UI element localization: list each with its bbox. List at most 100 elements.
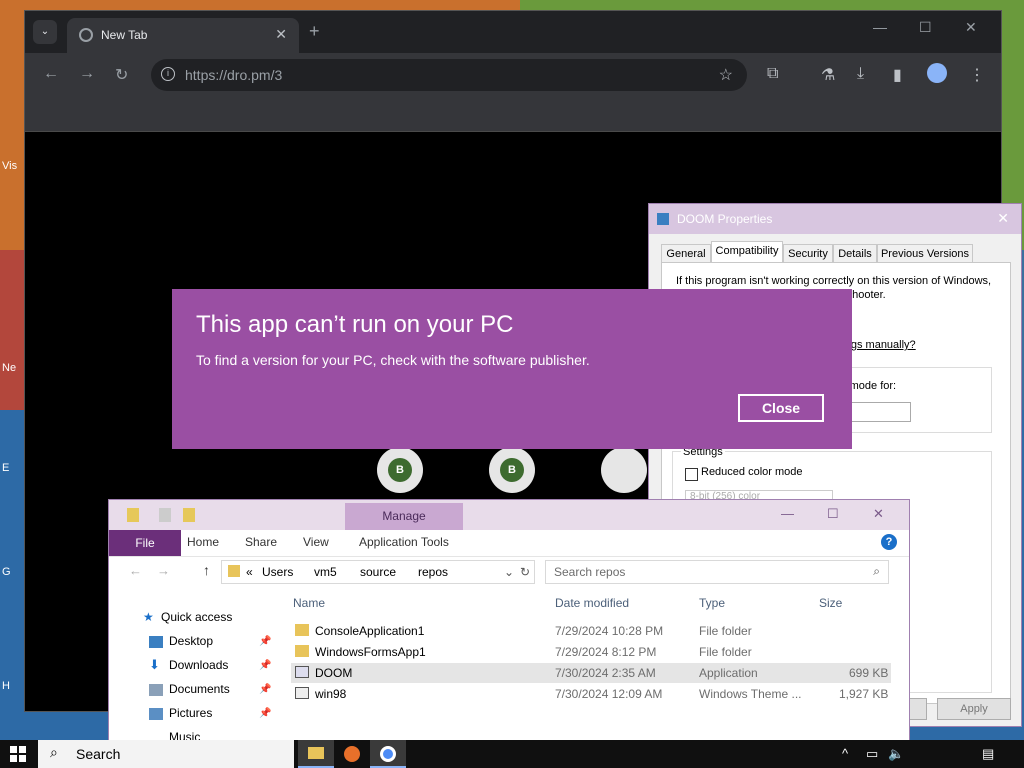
- breadcrumb-vm5[interactable]: vm5: [314, 565, 337, 579]
- new-tab-button[interactable]: +: [309, 21, 320, 42]
- dropdown-icon[interactable]: ⌄: [504, 565, 514, 579]
- pin-icon: 📌: [259, 660, 272, 671]
- nav-downloads[interactable]: Downloads: [169, 658, 228, 672]
- tab-close-icon[interactable]: ✕: [275, 26, 287, 43]
- breadcrumb-users[interactable]: Users: [262, 565, 293, 579]
- forward-icon[interactable]: →: [157, 563, 170, 578]
- ribbon-tab-view[interactable]: View: [303, 535, 329, 549]
- file-row[interactable]: ConsoleApplication1 7/29/2024 10:28 PM F…: [291, 621, 891, 641]
- shortcut-tile[interactable]: B: [377, 447, 423, 493]
- search-input[interactable]: Search repos ⌕: [545, 560, 889, 584]
- properties-icon[interactable]: [159, 508, 171, 522]
- ribbon-tab-application-tools[interactable]: Application Tools: [359, 535, 449, 549]
- breadcrumb-overflow[interactable]: «: [246, 565, 253, 579]
- menu-icon[interactable]: ⋮: [969, 65, 985, 85]
- column-name[interactable]: Name: [293, 596, 325, 610]
- documents-icon: [149, 684, 163, 696]
- tab-search-icon[interactable]: ⌄: [33, 20, 57, 44]
- properties-close-icon[interactable]: ✕: [997, 210, 1009, 227]
- site-info-icon[interactable]: i: [161, 67, 175, 81]
- file-explorer-taskbar-icon[interactable]: [298, 740, 334, 768]
- explorer-title-bar: Manage — ☐ ✕: [109, 500, 909, 530]
- new-folder-icon[interactable]: [183, 508, 195, 522]
- maximize-icon[interactable]: ☐: [919, 19, 932, 36]
- download-icon[interactable]: ⤓: [857, 65, 864, 83]
- file-type: Windows Theme ...: [699, 687, 802, 701]
- desktop-icon-label[interactable]: Vis: [2, 160, 24, 172]
- desktop-icon-label[interactable]: Ne: [2, 362, 24, 374]
- tab-new-tab[interactable]: New Tab ✕: [67, 18, 299, 53]
- file-size: 1,927 KB: [839, 687, 889, 701]
- bookmark-bar: [25, 97, 1001, 132]
- close-icon[interactable]: ✕: [873, 506, 884, 522]
- tab-details[interactable]: Details: [833, 244, 877, 264]
- reload-icon[interactable]: ↻: [115, 65, 128, 85]
- column-size[interactable]: Size: [819, 596, 842, 610]
- ribbon-tab-share[interactable]: Share: [245, 535, 277, 549]
- taskbar-search[interactable]: ⌕ Search: [38, 740, 294, 768]
- ribbon-tab-home[interactable]: Home: [187, 535, 219, 549]
- volume-muted-icon[interactable]: 🔈: [888, 746, 904, 762]
- address-bar[interactable]: i https://dro.pm/3 ☆: [151, 59, 747, 91]
- firefox-taskbar-icon[interactable]: [334, 740, 370, 768]
- file-row[interactable]: win98 7/30/2024 12:09 AM Windows Theme .…: [291, 684, 891, 704]
- profile-avatar-icon[interactable]: [927, 63, 947, 83]
- bookmark-star-icon[interactable]: ☆: [719, 65, 733, 85]
- shortcut-letter: B: [388, 458, 412, 482]
- up-icon[interactable]: ↑: [203, 562, 210, 578]
- shortcut-tile[interactable]: B: [489, 447, 535, 493]
- tab-previous-versions[interactable]: Previous Versions: [877, 244, 973, 264]
- navigation-pane: ★ Quick access Desktop 📌 ⬇ Downloads 📌 D…: [109, 589, 285, 742]
- address-breadcrumb[interactable]: « Users vm5 source repos ⌄ ↻: [221, 560, 535, 584]
- forward-icon[interactable]: →: [79, 65, 95, 83]
- desktop-icon-label[interactable]: G: [2, 566, 24, 578]
- manage-tab[interactable]: Manage: [345, 503, 463, 530]
- nav-pictures[interactable]: Pictures: [169, 706, 212, 720]
- nav-documents[interactable]: Documents: [169, 682, 230, 696]
- ribbon-tab-file[interactable]: File: [109, 530, 181, 556]
- close-button[interactable]: Close: [738, 394, 824, 422]
- maximize-icon[interactable]: ☐: [827, 506, 839, 522]
- compat-mode-select[interactable]: [849, 402, 911, 422]
- column-type[interactable]: Type: [699, 596, 725, 610]
- labs-icon[interactable]: ⚗: [821, 65, 835, 85]
- folder-icon: [295, 624, 309, 636]
- nav-desktop[interactable]: Desktop: [169, 634, 213, 648]
- refresh-icon[interactable]: ↻: [520, 565, 530, 579]
- star-icon: ★: [143, 610, 154, 624]
- reduced-color-checkbox[interactable]: [685, 468, 698, 481]
- file-row-selected[interactable]: DOOM 7/30/2024 2:35 AM Application 699 K…: [291, 663, 891, 683]
- side-panel-icon[interactable]: ▮: [893, 65, 902, 85]
- search-icon: ⌕: [50, 744, 58, 760]
- network-icon[interactable]: ▭: [866, 746, 878, 762]
- window-close-icon[interactable]: ✕: [965, 19, 977, 36]
- shortcut-tile-gauge[interactable]: [601, 447, 647, 493]
- minimize-icon[interactable]: —: [781, 506, 794, 521]
- theme-file-icon: [295, 687, 309, 699]
- breadcrumb-repos[interactable]: repos: [418, 565, 448, 579]
- back-icon[interactable]: ←: [43, 65, 59, 83]
- desktop-icon-label[interactable]: E: [2, 462, 24, 474]
- file-row[interactable]: WindowsFormsApp1 7/29/2024 8:12 PM File …: [291, 642, 891, 662]
- breadcrumb-source[interactable]: source: [360, 565, 396, 579]
- tab-security[interactable]: Security: [783, 244, 833, 264]
- file-date: 7/30/2024 12:09 AM: [555, 687, 663, 701]
- chrome-taskbar-icon[interactable]: [370, 740, 406, 768]
- pictures-icon: [149, 708, 163, 720]
- dialog-title: This app can’t run on your PC: [196, 311, 514, 338]
- windows-start-icon[interactable]: [10, 746, 26, 762]
- tab-general[interactable]: General: [661, 244, 711, 264]
- file-date: 7/29/2024 8:12 PM: [555, 645, 657, 659]
- nav-quick-access[interactable]: Quick access: [161, 610, 232, 624]
- extensions-icon[interactable]: ⧉: [767, 65, 778, 83]
- url-path: /3: [270, 67, 283, 83]
- desktop-icon-label[interactable]: H: [2, 680, 24, 692]
- notifications-icon[interactable]: ▤: [982, 746, 994, 762]
- apply-button[interactable]: Apply: [937, 698, 1011, 720]
- file-type: Application: [699, 666, 758, 680]
- chevron-up-icon[interactable]: ^: [842, 746, 848, 761]
- help-icon[interactable]: ?: [881, 534, 897, 550]
- column-date-modified[interactable]: Date modified: [555, 596, 629, 610]
- minimize-icon[interactable]: —: [873, 19, 887, 35]
- back-icon[interactable]: ←: [129, 563, 142, 578]
